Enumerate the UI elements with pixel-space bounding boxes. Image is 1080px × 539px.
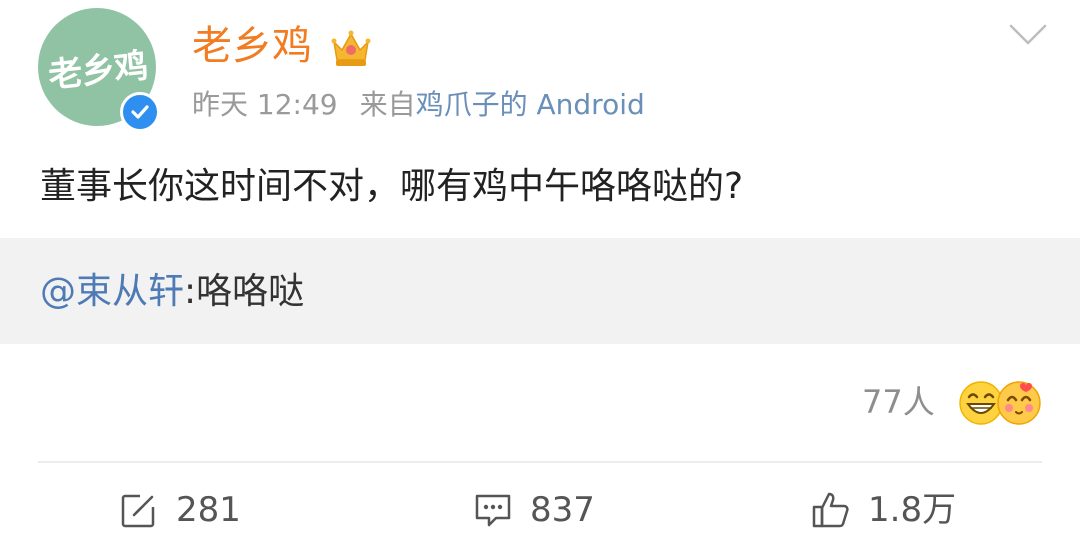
like-button[interactable]: 1.8万 [810, 486, 956, 534]
reaction-count[interactable]: 77人 [862, 378, 935, 426]
post-text: 董事长你这时间不对，哪有鸡中午咯咯哒的? [40, 166, 744, 207]
love-emoji-icon [996, 380, 1042, 426]
comment-button[interactable]: 837 [472, 486, 595, 534]
weibo-post: 老乡鸡 老乡鸡 昨天 12:49 来自鸡爪子的 Android 董事长你这时间不对… [0, 0, 1080, 539]
comment-count: 837 [530, 490, 595, 530]
timestamp: 昨天 12:49 [192, 88, 338, 121]
thumbs-up-icon [810, 489, 852, 531]
post-meta: 昨天 12:49 来自鸡爪子的 Android [192, 84, 645, 126]
avatar-logo-text: 老乡鸡 [46, 45, 149, 96]
comment-icon [472, 489, 514, 531]
repost-count: 281 [176, 490, 241, 530]
quoted-text: @束从轩:咯咯哒 [40, 265, 304, 319]
source-prefix: 来自 [359, 88, 416, 121]
chevron-down-icon[interactable] [1008, 22, 1048, 48]
like-count: 1.8万 [868, 490, 957, 530]
crown-badge-icon[interactable] [330, 28, 372, 68]
mention-link[interactable]: @束从轩 [40, 271, 184, 312]
divider [38, 461, 1042, 463]
quoted-body: :咯咯哒 [184, 271, 305, 312]
source-client[interactable]: 鸡爪子的 Android [416, 88, 645, 121]
username[interactable]: 老乡鸡 [192, 20, 312, 72]
repost-icon [118, 489, 160, 531]
verified-icon [120, 92, 160, 132]
quoted-post[interactable]: @束从轩:咯咯哒 [0, 238, 1080, 344]
repost-button[interactable]: 281 [118, 486, 241, 534]
